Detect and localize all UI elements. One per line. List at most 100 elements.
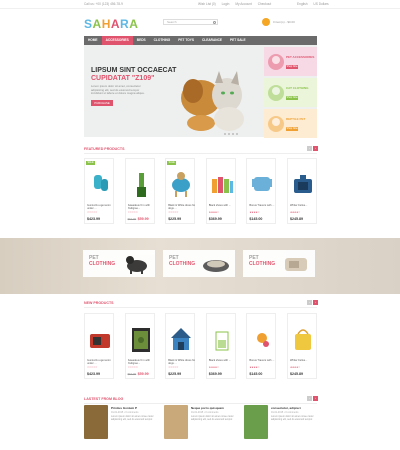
logo-letter: A bbox=[129, 17, 139, 31]
blog-post-title[interactable]: Pristius Gonium P bbox=[111, 406, 158, 410]
blog-post-title[interactable]: Neque porro quisquam bbox=[191, 406, 238, 410]
divider bbox=[84, 153, 317, 154]
product-image[interactable] bbox=[291, 169, 315, 201]
slider-dot[interactable] bbox=[232, 133, 234, 135]
top-links: Wish List (0) Login My Account Checkout … bbox=[198, 2, 334, 6]
next-arrow-icon[interactable]: › bbox=[313, 300, 318, 305]
banner-cat-clothing[interactable]: CAT CLOTHING Shop Now bbox=[264, 78, 317, 107]
next-arrow-icon[interactable]: › bbox=[313, 396, 318, 401]
account-link[interactable]: My Account bbox=[235, 2, 251, 6]
product-name[interactable]: Bonus Travers with ... bbox=[249, 204, 276, 210]
product-card[interactable]: Bonus Travers with ... ★★★★☆ $145.00 bbox=[246, 158, 277, 224]
product-name[interactable]: Sawadeus 6 in with Pedigree... bbox=[128, 204, 155, 210]
top-bar: Call us: +00 (123) 456-78-9 Wish List (0… bbox=[0, 0, 400, 9]
product-name[interactable]: Black shoes with ... bbox=[209, 204, 236, 210]
purchase-button[interactable]: PURCHASE bbox=[91, 100, 113, 106]
login-link[interactable]: Login bbox=[222, 2, 230, 6]
product-image[interactable] bbox=[88, 324, 112, 356]
nav-item[interactable]: CLOTHING bbox=[150, 36, 175, 45]
site-logo[interactable]: SAHARA bbox=[84, 17, 138, 31]
slider-dot[interactable] bbox=[236, 133, 238, 135]
product-card[interactable]: Sawadeus 6 in with Pedigree... ☆☆☆☆☆ $62.0… bbox=[124, 158, 155, 224]
shop-now-link[interactable]: Shop Now bbox=[286, 65, 298, 69]
product-name[interactable]: Sawadeus 6 in with Pedigree... bbox=[128, 359, 155, 365]
blog-arrows: ‹ › bbox=[306, 396, 318, 401]
featured-title: FEATURED PRODUCTS bbox=[84, 147, 125, 151]
blog-image[interactable] bbox=[164, 405, 188, 439]
product-image[interactable] bbox=[210, 169, 234, 201]
product-card[interactable]: SALE Gumiuzzu eget enim under ... ☆☆☆☆☆ $42… bbox=[84, 158, 114, 224]
currency-select[interactable]: US Dollars bbox=[313, 2, 328, 6]
blog-title: LASTEST FROM BLOG bbox=[84, 397, 124, 401]
prev-arrow-icon[interactable]: ‹ bbox=[307, 396, 312, 401]
new-products-arrows: ‹ › bbox=[306, 300, 318, 305]
product-card[interactable]: Black shoes with ... ★★★★☆ $369.99 bbox=[205, 158, 236, 224]
prev-arrow-icon[interactable]: ‹ bbox=[307, 300, 312, 305]
product-card[interactable]: Sawadeus 6 in with Pedigree... ☆☆☆☆☆ $62.0… bbox=[124, 313, 155, 379]
nav-item[interactable]: PET SALE bbox=[226, 36, 250, 45]
slider-dot[interactable] bbox=[228, 133, 230, 135]
product-image[interactable] bbox=[88, 169, 112, 201]
product-name[interactable]: Bonus Travers with ... bbox=[249, 359, 276, 365]
nav-item[interactable]: CLEARANCE bbox=[198, 36, 226, 45]
product-name[interactable]: Gumiuzzu eget enim under ... bbox=[87, 359, 114, 365]
cart-icon bbox=[262, 18, 270, 26]
shop-now-link[interactable]: Shop Now bbox=[286, 96, 298, 100]
product-name[interactable]: Black shoes with ... bbox=[209, 359, 236, 365]
product-name[interactable]: Gumiuzzu eget enim under ... bbox=[87, 204, 114, 210]
wishlist-link[interactable]: Wish List (0) bbox=[198, 2, 216, 6]
blog-post-excerpt: Lorem ipsum dolor sit amet conse ctetur … bbox=[271, 415, 314, 422]
slider-dot[interactable] bbox=[224, 133, 226, 135]
banner-accessories[interactable]: PET ACCESSORIES Shop Now bbox=[264, 47, 317, 76]
product-card[interactable]: Black & White dress for dogs ... ☆☆☆☆☆ $22… bbox=[165, 313, 196, 379]
product-price: $245.89 bbox=[290, 217, 303, 221]
product-card[interactable]: Whiter Felixe... ★★★★☆ $245.89 bbox=[287, 158, 317, 224]
nav-item[interactable]: HOME bbox=[84, 36, 102, 45]
product-price: $145.00 bbox=[249, 372, 263, 376]
product-card[interactable]: Whiter Felixe... ★★★★☆ $245.89 bbox=[287, 313, 317, 379]
product-image[interactable] bbox=[291, 324, 315, 356]
nav-item[interactable]: BEDS bbox=[133, 36, 150, 45]
search-icon[interactable] bbox=[213, 21, 216, 24]
product-card[interactable]: Bonus Travers with ... ★★★★☆ $145.00 bbox=[246, 313, 277, 379]
pet-clothing-card[interactable]: PET CLOTHING bbox=[243, 250, 315, 277]
blog-post-title[interactable]: consectetur, adipisci bbox=[271, 406, 318, 410]
banner-reptile[interactable]: REPTILE PET Shop Now bbox=[264, 109, 317, 138]
product-price: $59.99 bbox=[137, 372, 149, 376]
product-card[interactable]: Gumiuzzu eget enim under ... ☆☆☆☆☆ $423.99 bbox=[84, 313, 114, 379]
product-name[interactable]: Whiter Felixe... bbox=[290, 359, 317, 365]
slider-dots[interactable] bbox=[224, 131, 240, 136]
product-image[interactable] bbox=[129, 324, 153, 356]
checkout-link[interactable]: Checkout bbox=[258, 2, 271, 6]
blog-post[interactable]: consectetur, adipisci 01-01-2015 • 0 comm… bbox=[244, 405, 318, 445]
product-price: $369.99 bbox=[208, 372, 222, 376]
next-arrow-icon[interactable]: › bbox=[313, 146, 318, 151]
search-input[interactable]: Search bbox=[163, 19, 218, 25]
product-image[interactable] bbox=[250, 169, 274, 201]
banner-title: CAT CLOTHING bbox=[286, 86, 309, 90]
product-name[interactable]: Whiter Felixe... bbox=[290, 204, 317, 210]
blog-image[interactable] bbox=[84, 405, 108, 439]
blog-image[interactable] bbox=[244, 405, 268, 439]
language-select[interactable]: English bbox=[297, 2, 307, 6]
blog-post[interactable]: Neque porro quisquam 01-01-2015 • 0 comme… bbox=[164, 405, 238, 445]
blog-post[interactable]: Pristius Gonium P 01-01-2015 • 0 comments… bbox=[84, 405, 158, 445]
shop-now-link[interactable]: Shop Now bbox=[286, 127, 298, 131]
product-image[interactable] bbox=[129, 169, 153, 201]
product-price: $423.99 bbox=[87, 217, 100, 221]
product-image[interactable] bbox=[250, 324, 274, 356]
product-name[interactable]: Black & White dress for dogs ... bbox=[168, 204, 195, 210]
product-image[interactable] bbox=[169, 169, 193, 201]
nav-item[interactable]: ACCESSORIES bbox=[101, 36, 133, 45]
product-image[interactable] bbox=[169, 324, 193, 356]
product-card[interactable]: Black shoes with ... ★★★★☆ $369.99 bbox=[205, 313, 236, 379]
product-name[interactable]: Black & White dress for dogs ... bbox=[168, 359, 195, 365]
prev-arrow-icon[interactable]: ‹ bbox=[307, 146, 312, 151]
product-image[interactable] bbox=[210, 324, 234, 356]
pet-clothing-card[interactable]: PET CLOTHING bbox=[163, 250, 235, 277]
product-price: $423.99 bbox=[87, 372, 100, 376]
cart-button[interactable]: 0 item(s) - $0.00 bbox=[262, 17, 317, 28]
pet-clothing-card[interactable]: PET CLOTHING bbox=[83, 250, 155, 277]
product-card[interactable]: SALE Black & White dress for dogs ... ☆☆☆☆… bbox=[165, 158, 196, 224]
nav-item[interactable]: PET TOYS bbox=[174, 36, 198, 45]
